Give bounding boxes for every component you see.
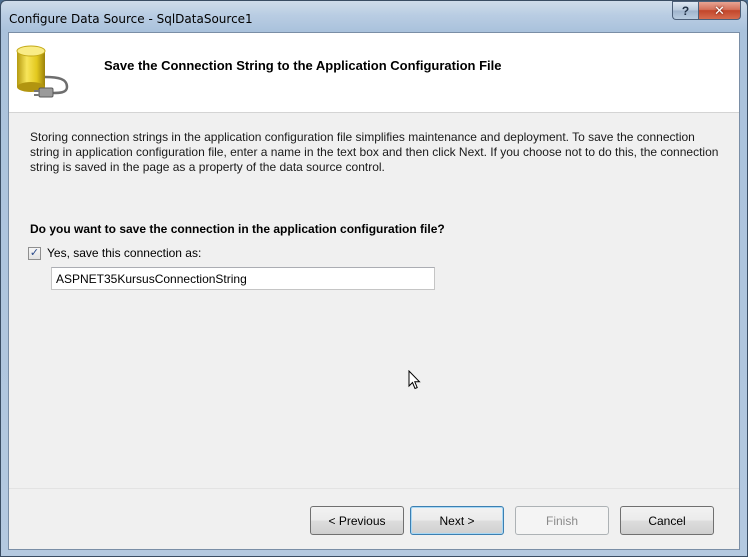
wizard-header: Save the Connection String to the Applic… <box>9 33 739 113</box>
mouse-cursor-icon <box>408 370 421 390</box>
next-button[interactable]: Next > <box>410 506 504 535</box>
cancel-button[interactable]: Cancel <box>620 506 714 535</box>
finish-button: Finish <box>515 506 609 535</box>
page-title: Save the Connection String to the Applic… <box>104 58 502 73</box>
footer-divider <box>9 488 739 489</box>
description-text: Storing connection strings in the applic… <box>30 130 719 174</box>
help-button[interactable]: ? <box>672 1 698 20</box>
window-title: Configure Data Source - SqlDataSource1 <box>9 12 253 26</box>
save-connection-checkbox[interactable]: ✓ <box>28 246 41 260</box>
previous-button[interactable]: < Previous <box>310 506 404 535</box>
connection-name-input[interactable] <box>51 267 435 290</box>
close-button[interactable]: ✕ <box>698 1 741 20</box>
caption-buttons: ? ✕ <box>672 1 741 20</box>
save-connection-label: Yes, save this connection as: <box>47 246 202 260</box>
database-plug-icon <box>16 45 69 98</box>
dialog-content: Save the Connection String to the Applic… <box>8 32 740 550</box>
title-bar[interactable]: Configure Data Source - SqlDataSource1 ?… <box>1 1 747 33</box>
dialog-window: Configure Data Source - SqlDataSource1 ?… <box>0 0 748 557</box>
save-connection-checkbox-row[interactable]: ✓ Yes, save this connection as: <box>28 246 201 260</box>
save-question-label: Do you want to save the connection in th… <box>30 222 445 236</box>
